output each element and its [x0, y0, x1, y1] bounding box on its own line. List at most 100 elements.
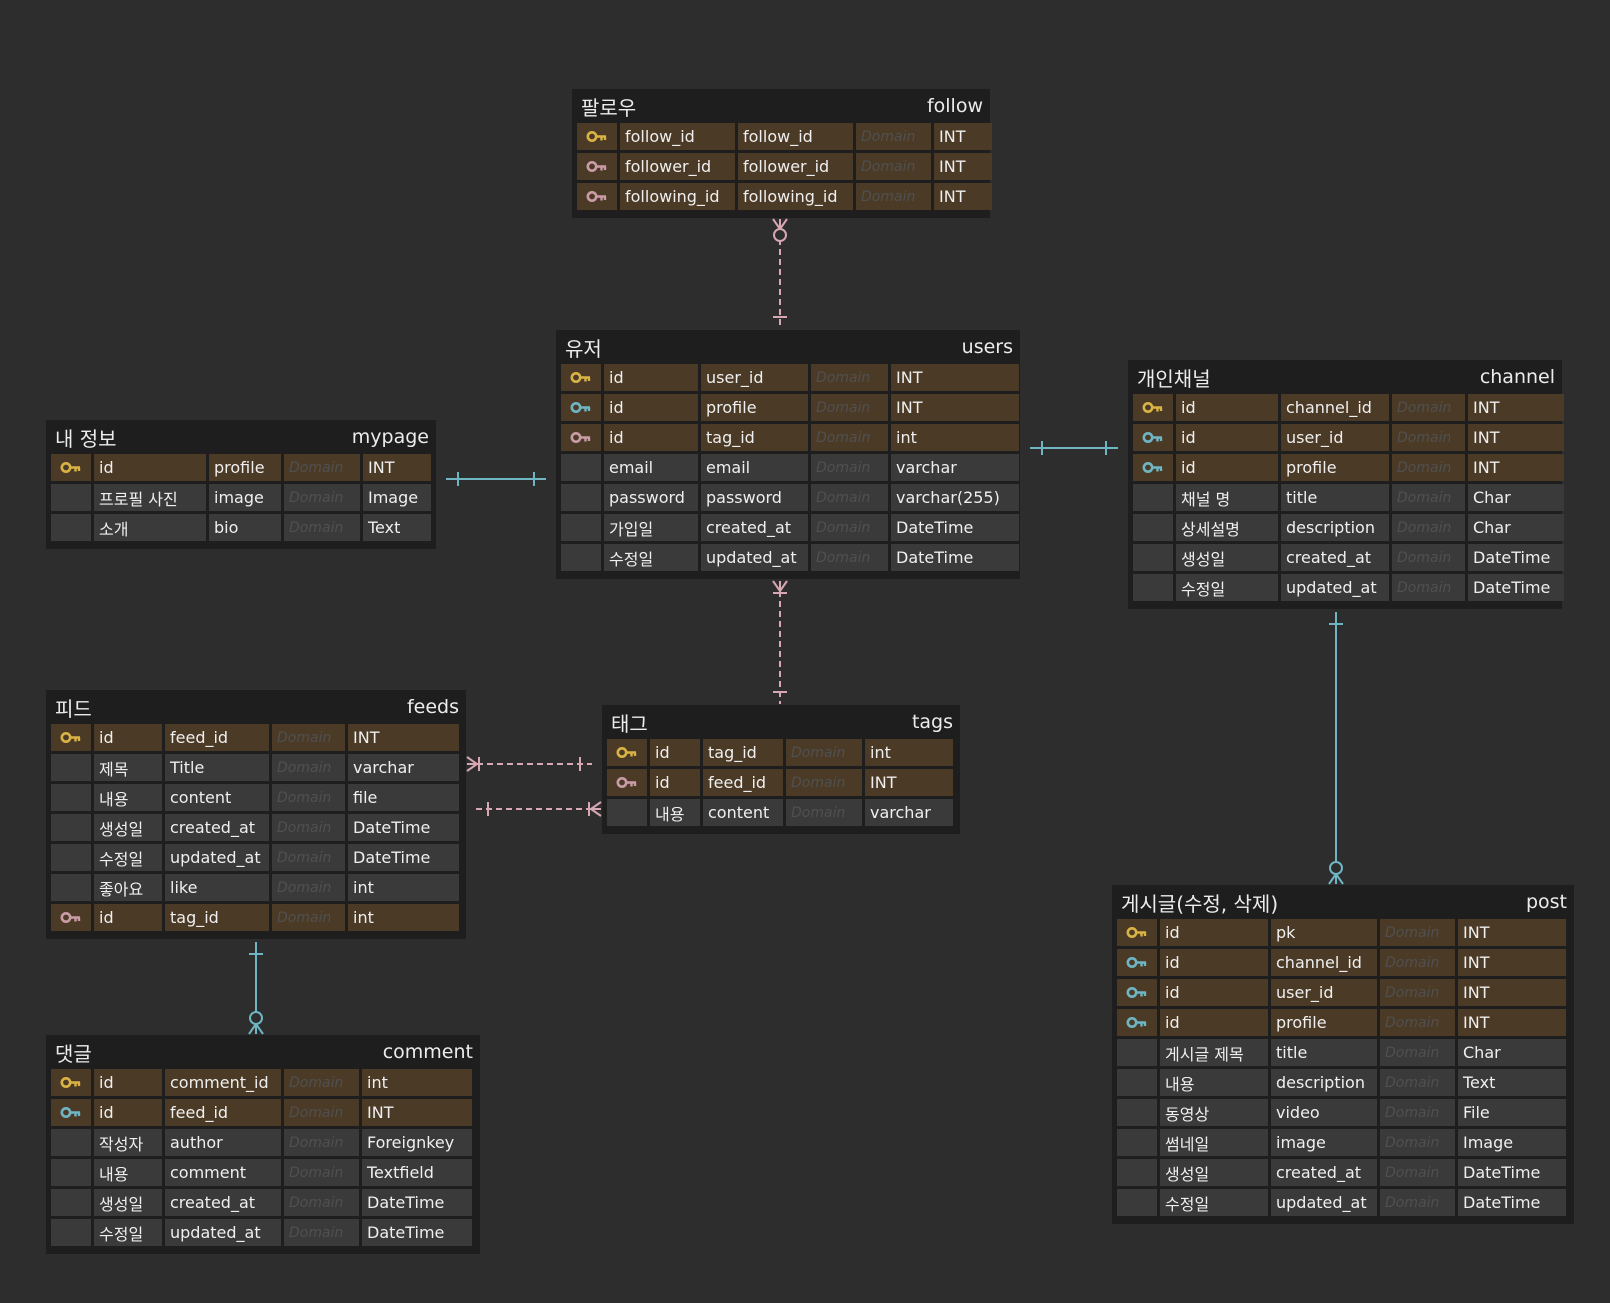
foreign-key-icon — [60, 1106, 82, 1119]
attribute-row[interactable]: 생성일 created_at Domain DateTime — [1133, 544, 1564, 574]
attribute-row[interactable]: 수정일 updated_at Domain DateTime — [561, 544, 1019, 574]
attribute-row[interactable]: id profile Domain INT — [1117, 1009, 1569, 1039]
attribute-data-type: INT — [934, 123, 992, 150]
attribute-row[interactable]: follower_id follower_id Domain INT — [577, 153, 992, 183]
attribute-row[interactable]: 좋아요 like Domain int — [51, 874, 461, 904]
attribute-row[interactable]: 내용 content Domain varchar — [607, 799, 955, 829]
entity-follow[interactable]: 팔로우 follow follow_id follow_id Domain INT fo… — [572, 89, 992, 218]
attribute-row[interactable]: id feed_id Domain INT — [607, 769, 955, 799]
entity-physical-name: post — [1525, 891, 1567, 913]
attribute-row[interactable]: 수정일 updated_at Domain DateTime — [1117, 1189, 1569, 1219]
attribute-row[interactable]: 썸네일 image Domain Image — [1117, 1129, 1569, 1159]
attribute-logical-name: id — [1176, 454, 1278, 481]
entity-header: 내 정보 mypage — [51, 420, 431, 454]
foreign-key-icon — [586, 190, 608, 203]
cardinality-crow — [779, 218, 788, 230]
attribute-row[interactable]: id tag_id Domain int — [561, 424, 1019, 454]
attribute-row[interactable]: 수정일 updated_at Domain DateTime — [1133, 574, 1564, 604]
attribute-row[interactable]: 채널 명 title Domain Char — [1133, 484, 1564, 514]
attribute-row[interactable]: 내용 description Domain Text — [1117, 1069, 1569, 1099]
attribute-key-cell — [1117, 1009, 1157, 1036]
attribute-row[interactable]: 제목 Title Domain varchar — [51, 754, 461, 784]
attribute-physical-name: user_id — [701, 364, 808, 391]
attribute-row[interactable]: 생성일 created_at Domain DateTime — [1117, 1159, 1569, 1189]
attribute-data-type: varchar — [348, 754, 459, 781]
attribute-data-type: INT — [934, 183, 992, 210]
attribute-physical-name: tag_id — [701, 424, 808, 451]
attribute-domain: Domain — [1380, 1069, 1455, 1096]
foreign-key-icon — [1126, 956, 1148, 969]
attribute-domain: Domain — [284, 1219, 359, 1246]
attribute-row[interactable]: 수정일 updated_at Domain DateTime — [51, 1219, 475, 1249]
attribute-physical-name: feed_id — [165, 1099, 281, 1126]
attribute-row[interactable]: 내용 comment Domain Textfield — [51, 1159, 475, 1189]
attribute-row[interactable]: id channel_id Domain INT — [1117, 949, 1569, 979]
attribute-row[interactable]: 상세설명 description Domain Char — [1133, 514, 1564, 544]
entity-header: 피드 feeds — [51, 690, 461, 724]
attribute-row[interactable]: id feed_id Domain INT — [51, 1099, 475, 1129]
attribute-row[interactable]: id feed_id Domain INT — [51, 724, 461, 754]
attribute-key-cell — [1133, 574, 1173, 601]
attribute-row[interactable]: id tag_id Domain int — [51, 904, 461, 934]
attribute-key-cell — [1117, 949, 1157, 976]
attribute-data-type: File — [1458, 1099, 1566, 1126]
attribute-domain: Domain — [272, 784, 345, 811]
entity-post[interactable]: 게시글(수정, 삭제) post id pk Domain INT id channel_… — [1112, 885, 1574, 1224]
attribute-row[interactable]: 게시글 제목 title Domain Char — [1117, 1039, 1569, 1069]
attribute-row[interactable]: email email Domain varchar — [561, 454, 1019, 484]
cardinality-crow — [248, 1023, 257, 1035]
attribute-physical-name: content — [703, 799, 783, 826]
attribute-row[interactable]: 프로필 사진 image Domain Image — [51, 484, 431, 514]
attribute-data-type: DateTime — [891, 544, 1019, 571]
attribute-logical-name: id — [1160, 979, 1268, 1006]
attribute-domain: Domain — [1392, 454, 1465, 481]
entity-comment[interactable]: 댓글 comment id comment_id Domain int id feed_i… — [46, 1035, 480, 1254]
attribute-domain: Domain — [284, 1129, 359, 1156]
attribute-domain: Domain — [1380, 1159, 1455, 1186]
attribute-key-cell — [51, 1069, 91, 1096]
attribute-row[interactable]: id user_id Domain INT — [1133, 424, 1564, 454]
entity-users[interactable]: 유저 users id user_id Domain INT id profile Doma… — [556, 330, 1020, 579]
attribute-physical-name: following_id — [738, 183, 853, 210]
attribute-list: id profile Domain INT 프로필 사진 image Domain Image… — [51, 454, 431, 544]
attribute-row[interactable]: 생성일 created_at Domain DateTime — [51, 814, 461, 844]
attribute-logical-name: 생성일 — [1160, 1159, 1268, 1186]
attribute-row[interactable]: follow_id follow_id Domain INT — [577, 123, 992, 153]
attribute-key-cell — [51, 724, 91, 751]
attribute-row[interactable]: id user_id Domain INT — [1117, 979, 1569, 1009]
entity-mypage[interactable]: 내 정보 mypage id profile Domain INT 프로필 사진 imag… — [46, 420, 436, 549]
attribute-data-type: DateTime — [362, 1219, 472, 1246]
attribute-row[interactable]: id user_id Domain INT — [561, 364, 1019, 394]
attribute-row[interactable]: id comment_id Domain int — [51, 1069, 475, 1099]
attribute-row[interactable]: id profile Domain INT — [1133, 454, 1564, 484]
attribute-row[interactable]: 작성자 author Domain Foreignkey — [51, 1129, 475, 1159]
primary-key-icon — [1142, 401, 1164, 414]
foreign-key-icon — [1142, 461, 1164, 474]
entity-logical-name: 피드 — [55, 696, 92, 721]
attribute-row[interactable]: id pk Domain INT — [1117, 919, 1569, 949]
cardinality-crow — [779, 580, 788, 592]
attribute-logical-name: id — [94, 724, 162, 751]
attribute-row[interactable]: 소개 bio Domain Text — [51, 514, 431, 544]
attribute-row[interactable]: 가입일 created_at Domain DateTime — [561, 514, 1019, 544]
attribute-domain: Domain — [786, 769, 862, 796]
attribute-row[interactable]: id tag_id Domain int — [607, 739, 955, 769]
attribute-row[interactable]: 동영상 video Domain File — [1117, 1099, 1569, 1129]
attribute-row[interactable]: id profile Domain INT — [561, 394, 1019, 424]
entity-tags[interactable]: 태그 tags id tag_id Domain int id feed_id Domain… — [602, 705, 960, 834]
attribute-logical-name: 생성일 — [94, 814, 162, 841]
attribute-row[interactable]: 내용 content Domain file — [51, 784, 461, 814]
foreign-key-icon — [570, 431, 592, 444]
attribute-row[interactable]: password password Domain varchar(255) — [561, 484, 1019, 514]
entity-channel[interactable]: 개인채널 channel id channel_id Domain INT id user… — [1128, 360, 1564, 609]
attribute-data-type: INT — [865, 769, 953, 796]
attribute-row[interactable]: 수정일 updated_at Domain DateTime — [51, 844, 461, 874]
attribute-row[interactable]: 생성일 created_at Domain DateTime — [51, 1189, 475, 1219]
attribute-logical-name: 동영상 — [1160, 1099, 1268, 1126]
attribute-data-type: INT — [1458, 949, 1566, 976]
attribute-logical-name: email — [604, 454, 698, 481]
attribute-row[interactable]: id channel_id Domain INT — [1133, 394, 1564, 424]
attribute-row[interactable]: id profile Domain INT — [51, 454, 431, 484]
entity-feeds[interactable]: 피드 feeds id feed_id Domain INT 제목 Title Domain… — [46, 690, 466, 939]
attribute-row[interactable]: following_id following_id Domain INT — [577, 183, 992, 213]
